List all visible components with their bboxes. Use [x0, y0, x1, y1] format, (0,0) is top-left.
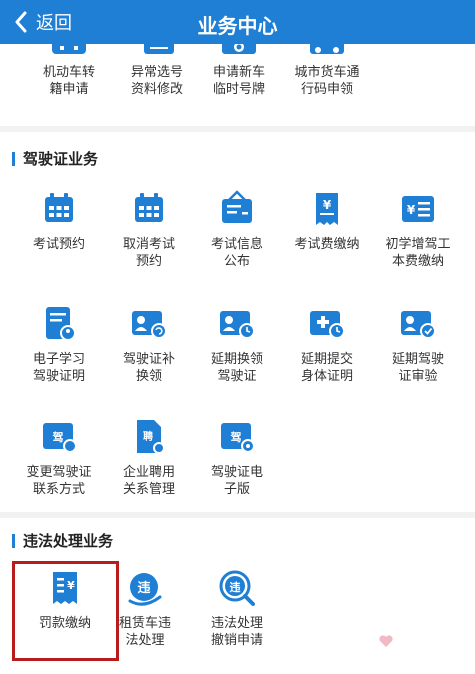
- id-card-clock-icon: [220, 311, 255, 339]
- svg-text:¥: ¥: [323, 198, 332, 212]
- service-violation-revoke[interactable]: 违 违法处理 撤销申请: [192, 567, 282, 649]
- svg-text:聘: 聘: [143, 430, 153, 443]
- rental-violation-icon: 违: [128, 573, 162, 606]
- service-employment[interactable]: 聘 企业聘用 关系管理: [104, 416, 194, 498]
- employment-doc-icon: 聘: [137, 420, 165, 454]
- announcement-icon: [222, 190, 252, 223]
- car-transfer-icon: [52, 44, 86, 54]
- service-rental-violation[interactable]: 违 租赁车违 法处理: [100, 567, 190, 649]
- fine-receipt-icon: ¥: [53, 572, 77, 604]
- fee-receipt-icon: ¥: [316, 193, 338, 225]
- heart-icon: [379, 635, 393, 647]
- top-nav-bar: 返回 业务中心: [0, 0, 475, 44]
- section-title-violation: 违法处理业务: [12, 530, 113, 551]
- service-change-contact[interactable]: 驾 变更驾驶证 联系方式: [14, 416, 104, 498]
- top-item-label[interactable]: 城市货车通 行码申领: [282, 64, 372, 98]
- id-card-refresh-icon: [132, 311, 167, 339]
- section-title-license: 驾驶证业务: [12, 148, 98, 169]
- service-extend-medical[interactable]: 延期提交 身体证明: [282, 303, 372, 385]
- svg-text:违: 违: [230, 580, 241, 594]
- service-exam-booking[interactable]: 考试预约: [14, 188, 104, 253]
- document-user-icon: [46, 307, 76, 341]
- service-exam-info[interactable]: 考试信息 公布: [192, 188, 282, 270]
- svg-text:违: 违: [137, 580, 150, 596]
- yuan-list-icon: ¥: [402, 196, 434, 222]
- violation-search-icon: 违: [219, 570, 255, 606]
- top-item-label[interactable]: 申请新车 临时号牌: [194, 64, 284, 98]
- section-bar: [12, 533, 15, 548]
- svg-text:驾: 驾: [52, 430, 64, 444]
- service-license-replace[interactable]: 驾驶证补 换领: [104, 303, 194, 385]
- license-phone-icon: 驾: [43, 423, 77, 453]
- svg-text:驾: 驾: [230, 430, 242, 444]
- service-learner-fee[interactable]: ¥ 初学增驾工 本费缴纳: [373, 188, 463, 270]
- calendar-cancel-icon: [135, 193, 163, 222]
- section-bar: [12, 151, 15, 166]
- truck-icon: [310, 44, 344, 54]
- id-card-check-icon: [401, 311, 436, 339]
- service-e-learning-proof[interactable]: 电子学习 驾驶证明: [14, 303, 104, 385]
- svg-text:¥: ¥: [67, 579, 75, 592]
- top-item-label[interactable]: 机动车转 籍申请: [24, 64, 114, 98]
- service-e-license[interactable]: 驾 驾驶证电 子版: [192, 416, 282, 498]
- calendar-icon: [45, 193, 73, 222]
- service-exam-fee[interactable]: ¥ 考试费缴纳: [282, 188, 372, 253]
- page-title: 业务中心: [197, 14, 278, 38]
- edit-doc-icon: [144, 44, 174, 54]
- section-divider: [0, 512, 475, 518]
- service-extend-renewal[interactable]: 延期换领 驾驶证: [192, 303, 282, 385]
- svg-text:¥: ¥: [407, 203, 416, 217]
- service-fine-payment[interactable]: ¥ 罚款缴纳: [20, 567, 110, 632]
- service-extend-review[interactable]: 延期驾驶 证审验: [373, 303, 463, 385]
- service-cancel-exam[interactable]: 取消考试 预约: [104, 188, 194, 270]
- e-license-icon: 驾: [221, 423, 255, 453]
- section-divider: [0, 126, 475, 132]
- medical-clock-icon: [310, 311, 345, 339]
- license-plate-icon: [222, 44, 256, 54]
- top-item-label[interactable]: 异常选号 资料修改: [112, 64, 202, 98]
